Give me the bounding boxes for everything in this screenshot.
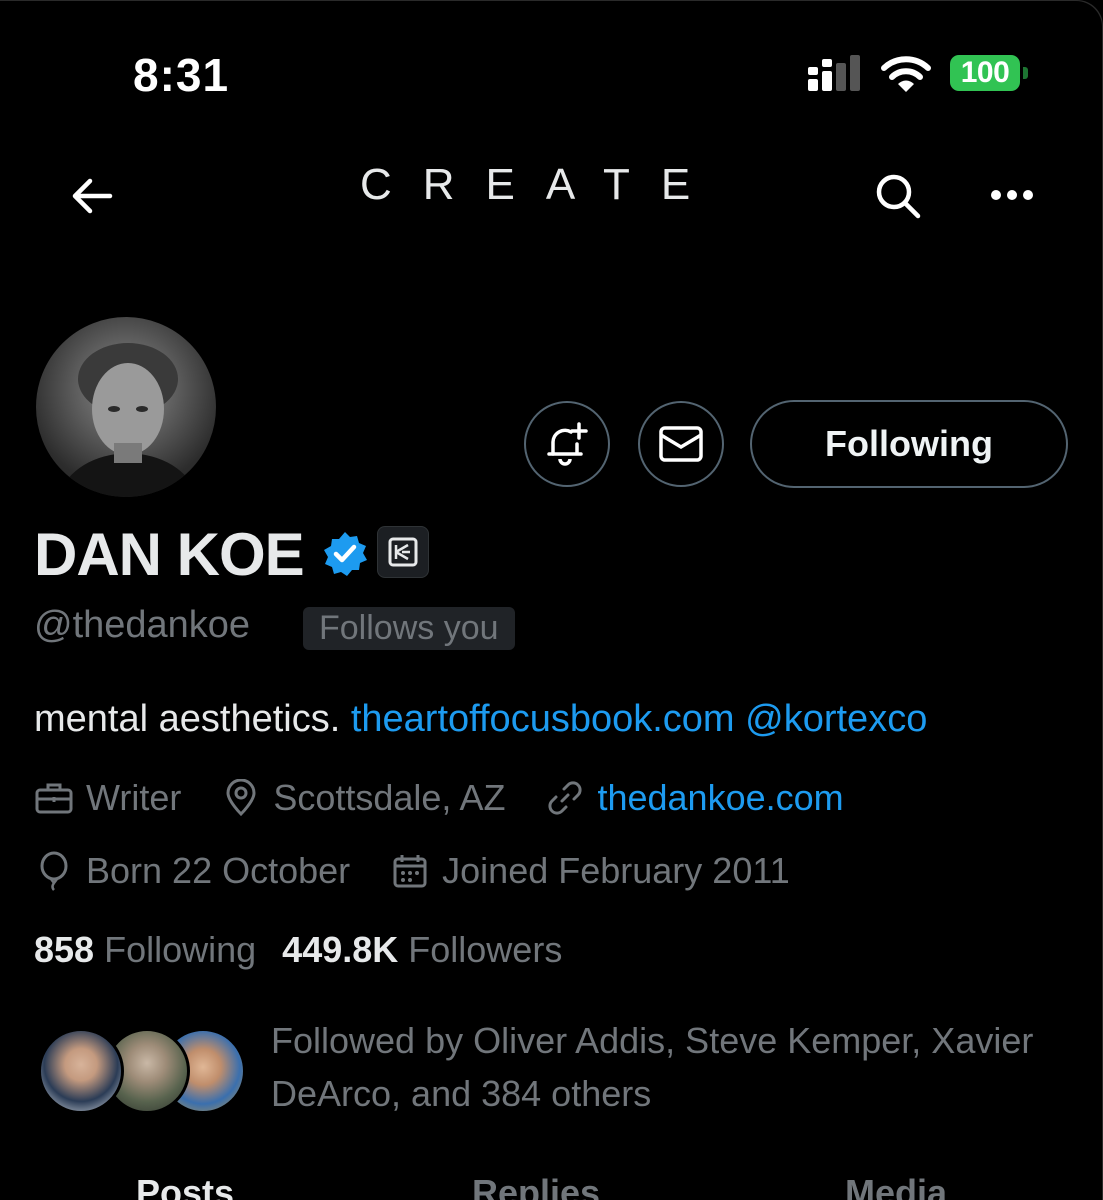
bio: mental aesthetics. theartoffocusbook.com… bbox=[34, 698, 927, 741]
website-item[interactable]: thedankoe.com bbox=[545, 777, 844, 819]
follow-stats: 858 Following 449.8K Followers bbox=[34, 929, 562, 971]
joined-item: Joined February 2011 bbox=[390, 850, 790, 892]
header-title: CREATE bbox=[360, 160, 722, 209]
back-button[interactable] bbox=[62, 168, 122, 224]
battery-level: 100 bbox=[950, 55, 1020, 91]
following-stat[interactable]: 858 Following bbox=[34, 929, 256, 970]
avatar-portrait bbox=[56, 343, 200, 497]
bio-text: mental aesthetics. bbox=[34, 698, 341, 740]
tab-replies[interactable]: Replies bbox=[472, 1172, 600, 1200]
follows-you-badge: Follows you bbox=[303, 607, 515, 650]
website-link[interactable]: thedankoe.com bbox=[597, 777, 843, 819]
location-pin-icon bbox=[221, 778, 261, 818]
link-icon bbox=[545, 778, 585, 818]
status-time: 8:31 bbox=[133, 49, 230, 101]
bio-link[interactable]: theartoffocusbook.com bbox=[351, 698, 735, 740]
location-text: Scottsdale, AZ bbox=[273, 777, 506, 818]
joined-text: Joined February 2011 bbox=[442, 850, 790, 891]
followers-label: Followers bbox=[408, 929, 563, 970]
following-button[interactable]: Following bbox=[750, 400, 1068, 488]
tab-media[interactable]: Media bbox=[845, 1172, 947, 1200]
message-button[interactable] bbox=[638, 401, 724, 487]
battery-cap bbox=[1023, 67, 1028, 79]
search-icon bbox=[876, 174, 921, 219]
avatar[interactable] bbox=[34, 315, 218, 499]
search-button[interactable] bbox=[866, 164, 930, 228]
balloon-icon bbox=[34, 851, 74, 891]
location-item: Scottsdale, AZ bbox=[221, 777, 505, 819]
bell-plus-icon bbox=[547, 422, 588, 466]
calendar-icon bbox=[390, 851, 430, 891]
follower-avatar[interactable] bbox=[38, 1028, 124, 1114]
more-options-button[interactable] bbox=[980, 170, 1044, 220]
following-label: Following bbox=[104, 929, 257, 970]
verified-badge-icon[interactable] bbox=[321, 530, 369, 578]
bio-mention[interactable]: @kortexco bbox=[745, 698, 927, 740]
followed-by-text[interactable]: Followed by Oliver Addis, Steve Kemper, … bbox=[271, 1014, 1071, 1120]
profile-screen: 8:31 100 CREATE Following DAN KOE @theda… bbox=[0, 0, 1103, 1200]
affiliate-badge-icon bbox=[388, 537, 418, 567]
profession-item: Writer bbox=[34, 777, 181, 819]
cellular-signal-icon bbox=[808, 55, 860, 91]
wifi-icon bbox=[881, 56, 931, 92]
display-name: DAN KOE bbox=[34, 521, 305, 588]
handle: @thedankoe bbox=[34, 604, 251, 646]
battery-indicator: 100 bbox=[950, 55, 1030, 93]
profession-text: Writer bbox=[86, 777, 182, 818]
notifications-button[interactable] bbox=[524, 401, 610, 487]
profile-meta-row: Writer Scottsdale, AZ thedankoe.com bbox=[34, 775, 884, 821]
birthday-text: Born 22 October bbox=[86, 850, 351, 891]
back-arrow-icon bbox=[72, 178, 113, 214]
affiliate-badge[interactable] bbox=[377, 526, 429, 578]
following-count: 858 bbox=[34, 929, 95, 970]
followers-count: 449.8K bbox=[282, 929, 399, 970]
envelope-icon bbox=[659, 426, 703, 462]
profile-meta-row-2: Born 22 October Joined February 2011 bbox=[34, 848, 830, 894]
briefcase-icon bbox=[34, 778, 74, 818]
tab-posts[interactable]: Posts bbox=[136, 1172, 234, 1200]
birthday-item: Born 22 October bbox=[34, 850, 350, 892]
followers-stat[interactable]: 449.8K Followers bbox=[282, 929, 562, 970]
more-icon bbox=[991, 190, 1033, 200]
